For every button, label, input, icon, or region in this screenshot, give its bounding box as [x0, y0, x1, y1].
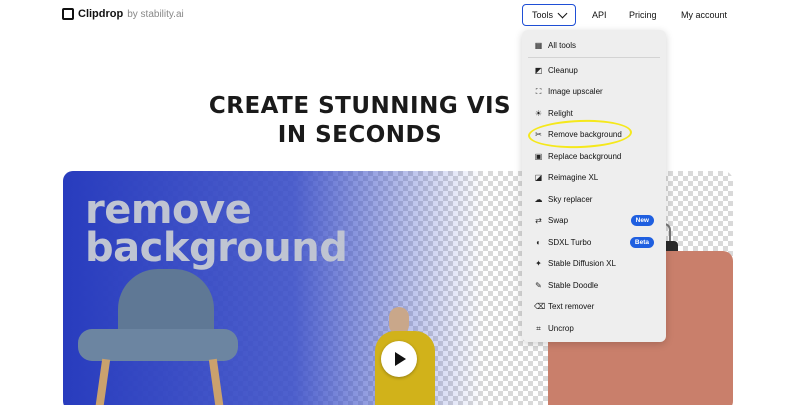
- chevron-down-icon: [557, 8, 568, 18]
- clipdrop-logo[interactable]: Clipdrop by stability.ai: [62, 8, 184, 20]
- image-icon: ▣: [534, 151, 543, 161]
- top-header: Clipdrop by stability.ai Tools API Prici…: [0, 0, 800, 32]
- menu-item-sky-replacer[interactable]: ☁ Sky replacer: [522, 189, 666, 209]
- hero-image-title-line1: remove: [85, 187, 252, 233]
- menu-item-swap[interactable]: ⇄ Swap New: [522, 210, 666, 230]
- beta-badge: Beta: [629, 237, 654, 248]
- chair-seat-image: [78, 329, 238, 361]
- menu-item-label: Cleanup: [548, 65, 578, 75]
- menu-item-label: Relight: [548, 108, 573, 118]
- menu-item-cleanup[interactable]: ◩ Cleanup: [522, 60, 666, 80]
- nav-link-api[interactable]: API: [592, 10, 607, 20]
- menu-item-uncrop[interactable]: ⌗ Uncrop: [522, 318, 666, 338]
- nav-link-my-account[interactable]: My account: [681, 10, 727, 20]
- menu-item-label: All tools: [548, 40, 577, 50]
- tools-menu-button[interactable]: Tools: [522, 4, 577, 26]
- play-icon: [395, 352, 406, 366]
- menu-item-reimagine-xl[interactable]: ◪ Reimagine XL: [522, 167, 666, 187]
- bulb-icon: ☀: [534, 108, 543, 118]
- menu-item-label: Sky replacer: [548, 194, 593, 204]
- clipdrop-logo-icon: [62, 8, 74, 20]
- menu-item-label: Uncrop: [548, 323, 574, 333]
- menu-item-label: Replace background: [548, 151, 622, 161]
- menu-item-all-tools[interactable]: ▦ All tools: [522, 35, 666, 55]
- crop-icon: ⌗: [536, 323, 541, 333]
- play-button[interactable]: [381, 341, 417, 377]
- eraser-icon: ◩: [534, 65, 543, 75]
- turbo-icon: ◐: [536, 237, 541, 247]
- pencil-icon: ✎: [535, 280, 542, 290]
- tools-label: Tools: [532, 10, 554, 20]
- menu-item-label: Stable Doodle: [548, 280, 599, 290]
- logo-subtext: by stability.ai: [127, 8, 184, 20]
- menu-item-label: Swap: [548, 215, 569, 225]
- menu-item-label: Image upscaler: [548, 86, 603, 96]
- nav-link-pricing[interactable]: Pricing: [629, 10, 657, 20]
- menu-item-label: Reimagine XL: [548, 172, 599, 182]
- main-nav: Tools: [522, 4, 577, 26]
- menu-item-stable-doodle[interactable]: ✎ Stable Doodle: [522, 275, 666, 295]
- menu-item-image-upscaler[interactable]: ⛶ Image upscaler: [522, 81, 666, 101]
- menu-item-stable-diffusion-xl[interactable]: ✦ Stable Diffusion XL: [522, 253, 666, 273]
- upscale-icon: ⛶: [535, 86, 542, 96]
- hero-image-title: remove background: [85, 187, 348, 271]
- menu-divider: [528, 57, 660, 58]
- new-badge: New: [630, 215, 654, 226]
- reimagine-icon: ◪: [534, 172, 543, 182]
- cloud-icon: ☁: [534, 194, 543, 204]
- menu-item-text-remover[interactable]: ⌫ Text remover: [522, 296, 666, 316]
- menu-item-label: Stable Diffusion XL: [548, 258, 616, 268]
- tools-dropdown-menu: ▦ All tools ◩ Cleanup ⛶ Image upscaler ☀…: [522, 30, 666, 342]
- logo-text: Clipdrop: [78, 8, 124, 20]
- grid-icon: ▦: [534, 40, 543, 50]
- swap-icon: ⇄: [535, 215, 542, 225]
- hero-image-title-line2: background: [85, 225, 348, 271]
- menu-item-label: Text remover: [548, 301, 595, 311]
- sparkle-icon: ✦: [535, 258, 542, 268]
- menu-item-sdxl-turbo[interactable]: ◐ SDXL Turbo Beta: [522, 232, 666, 252]
- text-eraser-icon: ⌫: [534, 301, 546, 311]
- menu-item-replace-background[interactable]: ▣ Replace background: [522, 146, 666, 166]
- menu-item-label: SDXL Turbo: [548, 237, 592, 247]
